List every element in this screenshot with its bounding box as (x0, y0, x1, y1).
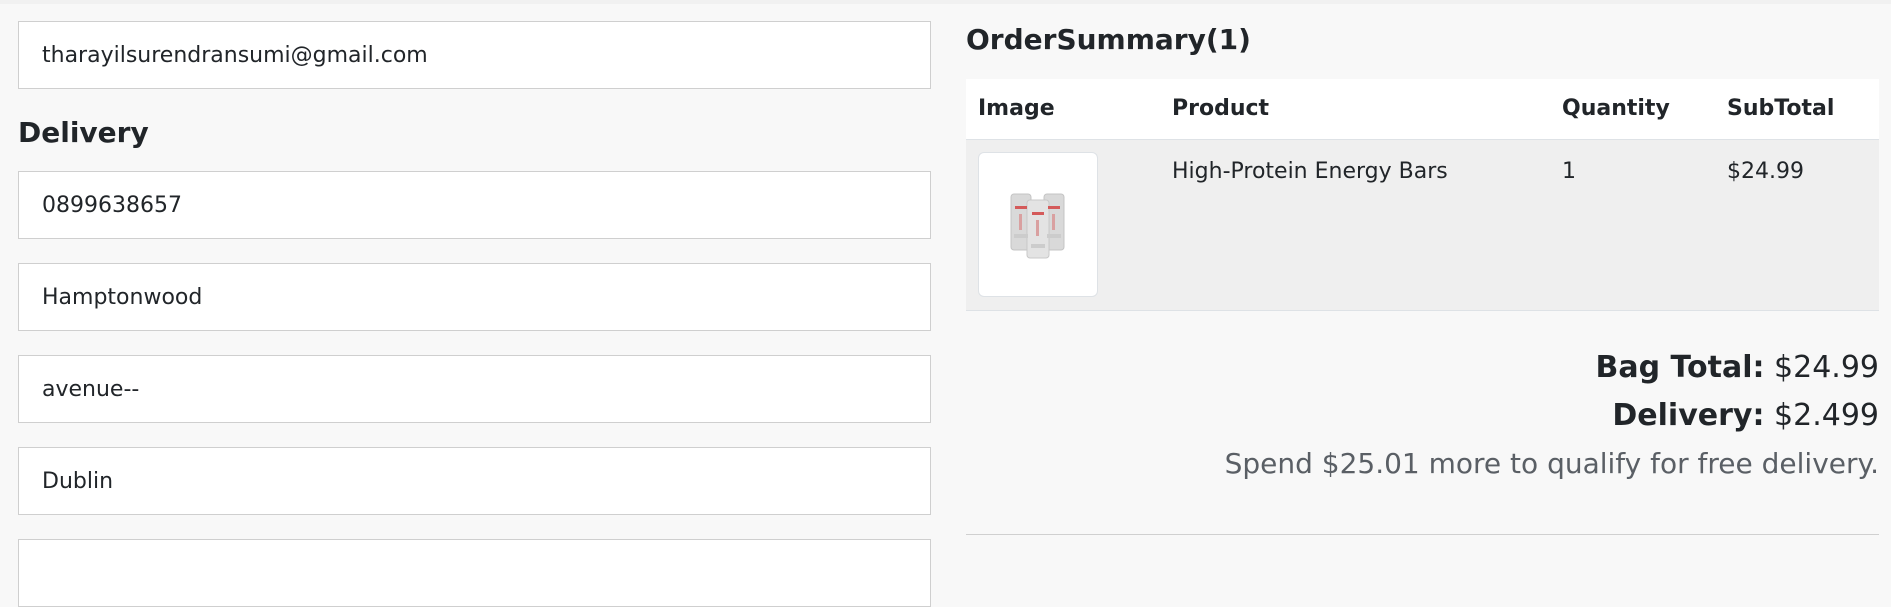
email-field[interactable] (18, 21, 931, 89)
free-delivery-message: Spend $25.01 more to qualify for free de… (1224, 447, 1879, 480)
column-header-quantity: Quantity (1550, 79, 1715, 140)
order-table: Image Product Quantity SubTotal High-Pro… (966, 79, 1879, 311)
phone-field[interactable] (18, 171, 931, 239)
column-header-subtotal: SubTotal (1715, 79, 1879, 140)
delivery-label: Delivery: (1612, 398, 1765, 433)
bag-total-label: Bag Total: (1595, 350, 1765, 385)
product-thumbnail[interactable] (978, 151, 1098, 297)
delivery-heading: Delivery (18, 116, 149, 149)
product-thumbnail-icon (1010, 193, 1065, 259)
order-summary-title: OrderSummary(1) (966, 23, 1251, 56)
address-line1-field[interactable] (18, 263, 931, 331)
product-subtotal-cell: $24.99 (1715, 139, 1879, 311)
address-line2-field[interactable] (18, 355, 931, 423)
bag-total-line: Bag Total: $24.99 (1225, 344, 1879, 392)
product-image-cell (966, 139, 1160, 311)
city-field[interactable] (18, 447, 931, 515)
column-header-product: Product (1160, 79, 1550, 140)
totals-block: Bag Total: $24.99 Delivery: $2.499 Spend… (1225, 344, 1879, 488)
product-name-cell: High-Protein Energy Bars (1160, 139, 1550, 311)
product-quantity-cell: 1 (1550, 139, 1715, 311)
summary-divider (966, 534, 1879, 535)
checkout-form: Delivery (0, 0, 950, 607)
order-summary: OrderSummary(1) Image Product Quantity S… (966, 0, 1879, 544)
table-header-row: Image Product Quantity SubTotal (966, 79, 1879, 140)
table-row: High-Protein Energy Bars 1 $24.99 (966, 139, 1879, 311)
next-field[interactable] (18, 539, 931, 607)
delivery-total-line: Delivery: $2.499 (1225, 392, 1879, 440)
column-header-image: Image (966, 79, 1160, 140)
bag-total-value: $24.99 (1774, 350, 1879, 385)
delivery-value: $2.499 (1774, 398, 1879, 433)
